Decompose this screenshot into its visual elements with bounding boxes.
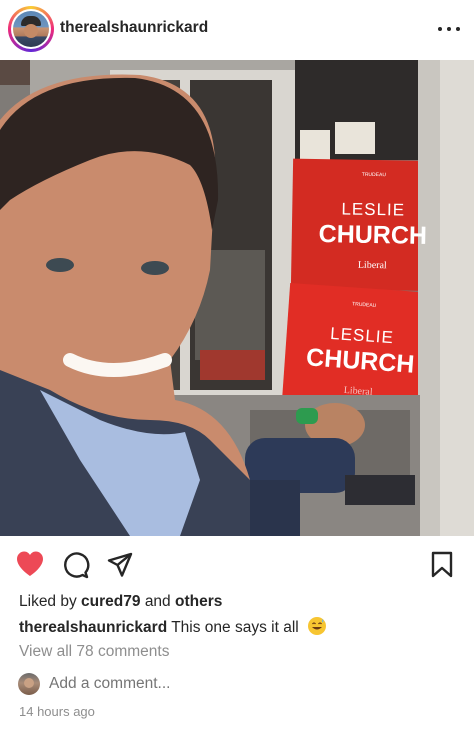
profile-avatar-story-ring[interactable] (8, 6, 54, 52)
likes-others-link[interactable]: others (175, 593, 222, 610)
caption-username[interactable]: therealshaunrickard (19, 619, 167, 636)
campaign-sign-upper: TRUDEAU LESLIE CHURCH Liberal (297, 169, 449, 282)
grinning-face-with-sweat-emoji-icon (307, 616, 327, 641)
post-photo-image (0, 60, 474, 536)
sign-last-name: CHURCH (318, 220, 428, 250)
sign-party: Liberal (357, 259, 387, 272)
likes-conjunction: and (144, 593, 171, 610)
likes-prefix: Liked by (19, 593, 77, 610)
comment-icon[interactable] (62, 551, 90, 579)
campaign-sign-lower: TRUDEAU LESLIE CHURCH Liberal (286, 295, 435, 434)
liked-by-user-link[interactable]: cured79 (81, 593, 140, 610)
post-header: therealshaunrickard (0, 0, 474, 60)
sign-small-text: TRUDEAU (361, 171, 387, 179)
likes-summary: Liked by cured79 and others (19, 593, 222, 611)
sign-first-name: LESLIE (341, 199, 406, 220)
sign-party: Liberal (343, 384, 373, 398)
heart-filled-icon[interactable] (15, 550, 45, 578)
bookmark-icon[interactable] (430, 551, 454, 579)
view-all-comments-link[interactable]: View all 78 comments (19, 643, 169, 661)
post-photo[interactable]: TRUDEAU LESLIE CHURCH Liberal TRUDEAU LE… (0, 60, 474, 536)
paper-plane-icon[interactable] (106, 551, 134, 579)
caption-text: This one says it all (171, 619, 299, 636)
more-horizontal-icon[interactable] (438, 22, 460, 36)
post-caption: therealshaunrickard This one says it all (19, 616, 327, 641)
avatar (18, 673, 40, 695)
add-comment-input[interactable] (49, 675, 349, 693)
post-username[interactable]: therealshaunrickard (60, 19, 208, 37)
post-timestamp: 14 hours ago (19, 704, 95, 719)
avatar (13, 11, 49, 47)
